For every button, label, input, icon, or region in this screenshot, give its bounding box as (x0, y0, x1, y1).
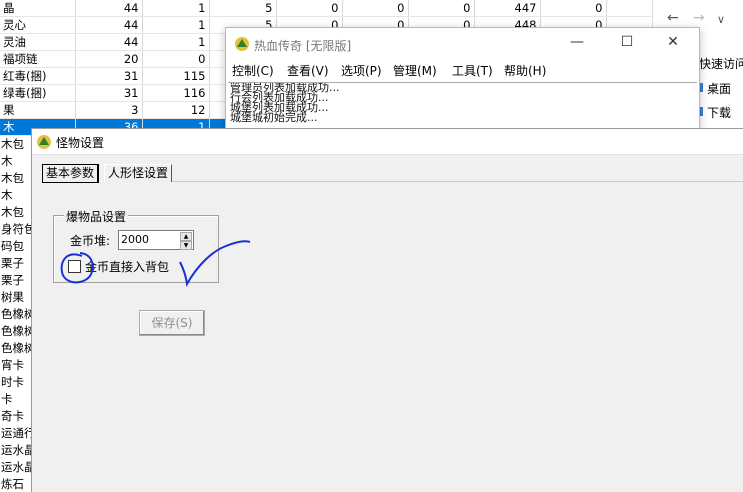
forward-arrow-icon[interactable]: → (693, 10, 705, 26)
item-name-cell: 运通行 (1, 426, 31, 440)
item-name-cell: 果 (0, 101, 76, 119)
item-value-cell: 1 (142, 33, 210, 51)
item-name-cell: 绿毒(捆) (0, 84, 76, 102)
game-server-window: 热血传奇 [无限版] — ☐ ✕ 控制(C) 查看(V) 选项(P) 管理(M)… (225, 27, 700, 137)
item-name-cell: 宵卡 (1, 358, 24, 372)
item-value-cell: 0 (408, 0, 475, 17)
menu-manage[interactable]: 管理(M) (393, 62, 437, 79)
nav-item-label: 桌面 (707, 82, 732, 96)
item-name-cell: 木包 (1, 171, 24, 185)
item-name-cell: 码包 (1, 239, 24, 253)
dialog-titlebar[interactable]: 怪物设置 (32, 129, 743, 155)
gold-to-bag-label[interactable]: 金币直接入背包 (85, 258, 169, 275)
nav-item-label: 下载 (707, 106, 732, 120)
nav-item-desktop[interactable]: 桌面 (697, 80, 732, 97)
item-value-cell: 1 (142, 0, 210, 17)
menu-help[interactable]: 帮助(H) (504, 62, 546, 79)
close-button[interactable]: ✕ (658, 34, 688, 50)
monster-settings-dialog: 怪物设置 基本参数 人形怪设置 爆物品设置 金币堆: 2000 ▲ ▼ 金币直接… (31, 128, 743, 492)
item-name-cell: 身符包 (1, 222, 31, 236)
item-name-cell: 红毒(捆) (0, 67, 76, 85)
item-name-cell: 色橡树 (1, 307, 31, 321)
item-value-cell: 0 (276, 0, 343, 17)
item-value-cell: 44 (75, 16, 143, 34)
tab-humanoid-monster[interactable]: 人形怪设置 (104, 164, 173, 182)
item-name-cell: 栗子 (1, 273, 24, 287)
item-value-cell: 44 (75, 33, 143, 51)
item-value-cell: 20 (75, 50, 143, 68)
item-name-cell: 栗子 (1, 256, 24, 270)
item-name-cell: 色橡树 (1, 341, 31, 355)
decrement-arrow-icon[interactable]: ▼ (180, 241, 192, 250)
item-value-cell: 0 (342, 0, 409, 17)
menu-control[interactable]: 控制(C) (232, 62, 274, 79)
gold-pile-stepper[interactable]: 2000 ▲ ▼ (118, 230, 194, 250)
item-value-cell: 3 (75, 101, 143, 119)
item-name-cell: 福项链 (0, 50, 76, 68)
menu-bar: 控制(C) 查看(V) 选项(P) 管理(M) 工具(T) 帮助(H) (226, 60, 699, 80)
item-value-cell: 31 (75, 67, 143, 85)
item-name-cell: 晶 (0, 0, 76, 17)
item-name-cell: 灵心 (0, 16, 76, 34)
group-title: 爆物品设置 (64, 208, 129, 225)
tab-basic-params[interactable]: 基本参数 (42, 164, 100, 183)
quick-access-item[interactable]: 快速访问 (699, 55, 743, 72)
gold-pile-label: 金币堆: (70, 234, 111, 248)
item-value-cell: 0 (142, 50, 210, 68)
item-name-cell: 色橡树 (1, 324, 31, 338)
item-value-cell: 115 (142, 67, 210, 85)
gold-pile-value: 2000 (121, 233, 149, 246)
item-name-cell: 灵油 (0, 33, 76, 51)
item-value-cell: 44 (75, 0, 143, 17)
item-name-cell: 树果 (1, 290, 24, 304)
item-value-cell: 5 (209, 0, 277, 17)
item-name-cell: 奇卡 (1, 409, 24, 423)
item-name-cell: 运水晶 (1, 443, 31, 457)
dialog-title: 怪物设置 (56, 136, 105, 150)
save-button[interactable]: 保存(S) (139, 310, 205, 336)
maximize-button[interactable]: ☐ (612, 34, 642, 50)
app-title: 热血传奇 [无限版] (254, 39, 352, 53)
item-name-cell: 运水晶 (1, 460, 31, 474)
nav-item-downloads[interactable]: 下载 (697, 104, 732, 121)
menu-options[interactable]: 选项(P) (341, 62, 382, 79)
item-name-cell: 炼石 (1, 477, 24, 491)
increment-arrow-icon[interactable]: ▲ (180, 232, 192, 241)
tab-divider (172, 181, 743, 182)
item-value-cell: 116 (142, 84, 210, 102)
minimize-button[interactable]: — (562, 34, 592, 50)
back-arrow-icon[interactable]: ← (667, 10, 679, 26)
log-line: 城堡城初始完成... (230, 111, 318, 124)
app-titlebar[interactable]: 热血传奇 [无限版] — ☐ ✕ (226, 28, 699, 60)
item-value-cell: 0 (540, 0, 607, 17)
item-name-cell: 木包 (1, 205, 24, 219)
menu-tools[interactable]: 工具(T) (452, 62, 493, 79)
chevron-down-icon[interactable]: ∨ (717, 13, 725, 26)
item-value-cell: 1 (142, 16, 210, 34)
item-name-cell: 木包 (1, 137, 24, 151)
table-name-column: 木包木木包木木包 身符包 码包 栗子 栗子 树果 色橡树 色橡树 色橡树 宵卡 时卡卡奇卡 运通行 运水… (0, 136, 31, 491)
item-name-cell: 木 (1, 154, 13, 168)
item-value-cell: 31 (75, 84, 143, 102)
app-logo-icon (235, 37, 249, 51)
menu-view[interactable]: 查看(V) (287, 62, 329, 79)
item-value-cell: 12 (142, 101, 210, 119)
item-name-cell: 时卡 (1, 375, 24, 389)
item-name-cell: 木 (1, 188, 13, 202)
table-row[interactable]: 晶441500044700 (0, 0, 743, 17)
gold-to-bag-checkbox[interactable] (68, 260, 81, 273)
item-name-cell: 卡 (1, 392, 13, 406)
app-logo-icon (37, 135, 51, 149)
item-value-cell: 447 (474, 0, 541, 17)
